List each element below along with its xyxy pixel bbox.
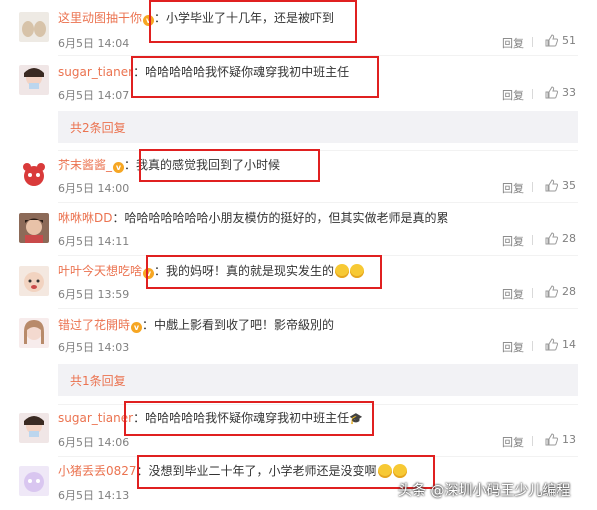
- divider: [532, 89, 533, 99]
- divider: [532, 341, 533, 351]
- like-button[interactable]: 28: [545, 285, 576, 298]
- highlight-box: [131, 56, 379, 98]
- timestamp: 6月5日 14:04: [58, 37, 130, 50]
- username-link[interactable]: 小猪丢丢0827: [58, 464, 137, 478]
- highlight-box: [139, 149, 320, 182]
- thumbs-up-icon: [545, 34, 559, 47]
- divider: [532, 182, 533, 192]
- sub-reply-bar: [58, 111, 578, 143]
- reply-button[interactable]: 回复: [502, 180, 524, 196]
- highlight-box: [124, 401, 374, 436]
- avatar[interactable]: [19, 12, 49, 42]
- avatar[interactable]: [19, 413, 49, 443]
- watermark: 头条 @深圳小码王少儿编程: [398, 483, 571, 499]
- timestamp: 6月5日 13:59: [58, 288, 130, 301]
- highlight-box: [137, 455, 435, 489]
- comment-text: ：哈哈哈哈哈哈哈小朋友模仿的挺好的，但其实做老师是真的累: [112, 211, 449, 225]
- thumbs-up-icon: [545, 338, 559, 351]
- username-link[interactable]: 芥末酱酱_: [58, 158, 112, 172]
- timestamp: 6月5日 14:00: [58, 182, 130, 195]
- like-button[interactable]: 13: [545, 433, 576, 446]
- reply-button[interactable]: 回复: [502, 233, 524, 249]
- divider: [532, 436, 533, 446]
- like-count: 35: [562, 179, 576, 192]
- like-button[interactable]: 51: [545, 34, 576, 47]
- timestamp: 6月5日 14:03: [58, 341, 130, 354]
- reply-button[interactable]: 回复: [502, 35, 524, 51]
- vip-badge-icon: v: [131, 322, 143, 333]
- avatar[interactable]: [19, 160, 49, 190]
- vip-badge-icon: v: [113, 162, 125, 173]
- like-button[interactable]: 33: [545, 86, 576, 99]
- comment-text: ：中戲上影看到收了吧！影帝級別的: [142, 318, 335, 332]
- divider: [532, 288, 533, 298]
- divider: [58, 202, 578, 203]
- like-count: 28: [562, 285, 576, 298]
- username-link[interactable]: 叶叶今天想吃啥: [58, 264, 142, 278]
- reply-button[interactable]: 回复: [502, 87, 524, 103]
- avatar[interactable]: [19, 65, 49, 95]
- username-link[interactable]: 这里动图抽干你: [58, 11, 142, 25]
- thumbs-up-icon: [545, 285, 559, 298]
- timestamp: 6月5日 14:11: [58, 235, 130, 248]
- like-button[interactable]: 14: [545, 338, 576, 351]
- reply-button[interactable]: 回复: [502, 434, 524, 450]
- like-count: 14: [562, 338, 576, 351]
- timestamp: 6月5日 14:07: [58, 89, 130, 102]
- more-replies-link[interactable]: 共2条回复: [70, 119, 126, 136]
- highlight-box: [149, 0, 357, 43]
- username-link[interactable]: 咻咻咻DD: [58, 211, 112, 225]
- like-button[interactable]: 35: [545, 179, 576, 192]
- avatar[interactable]: [19, 466, 49, 496]
- avatar[interactable]: [19, 318, 49, 348]
- thumbs-up-icon: [545, 86, 559, 99]
- divider: [58, 308, 578, 309]
- reply-button[interactable]: 回复: [502, 286, 524, 302]
- more-replies-link[interactable]: 共1条回复: [70, 372, 126, 389]
- like-count: 28: [562, 232, 576, 245]
- sub-reply-bar: [58, 364, 578, 396]
- reply-button[interactable]: 回复: [502, 339, 524, 355]
- divider: [532, 37, 533, 47]
- username-link[interactable]: sugar_tianer: [58, 65, 133, 79]
- timestamp: 6月5日 14:13: [58, 489, 130, 502]
- thumbs-up-icon: [545, 433, 559, 446]
- divider: [532, 235, 533, 245]
- highlight-box: [146, 255, 382, 289]
- avatar[interactable]: [19, 266, 49, 296]
- like-count: 13: [562, 433, 576, 446]
- username-link[interactable]: sugar_tianer: [58, 411, 133, 425]
- thumbs-up-icon: [545, 179, 559, 192]
- like-button[interactable]: 28: [545, 232, 576, 245]
- avatar[interactable]: [19, 213, 49, 243]
- thumbs-up-icon: [545, 232, 559, 245]
- like-count: 33: [562, 86, 576, 99]
- like-count: 51: [562, 34, 576, 47]
- username-link[interactable]: 错过了花開時: [58, 318, 130, 332]
- timestamp: 6月5日 14:06: [58, 436, 130, 449]
